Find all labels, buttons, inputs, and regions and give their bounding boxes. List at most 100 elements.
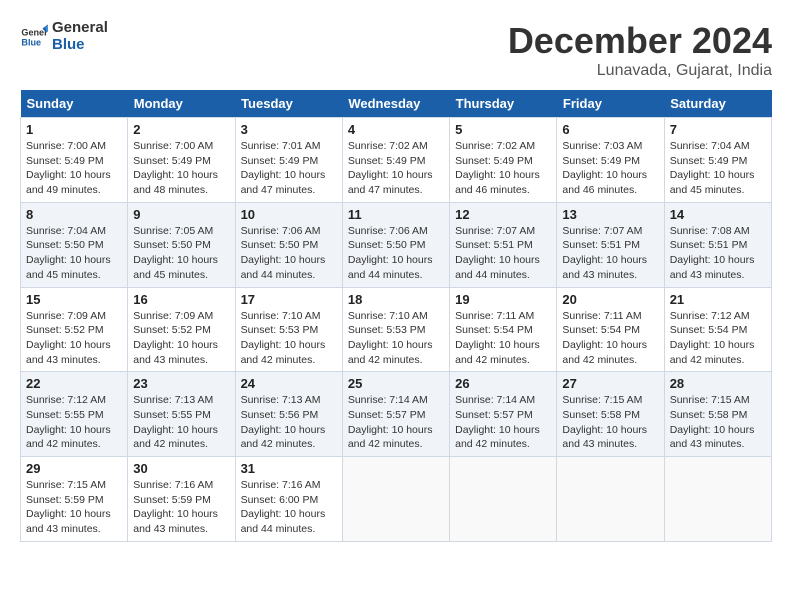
day-number: 23 <box>133 376 229 391</box>
cell-info: Sunrise: 7:05 AMSunset: 5:50 PMDaylight:… <box>133 224 229 283</box>
calendar-cell: 25 Sunrise: 7:14 AMSunset: 5:57 PMDaylig… <box>342 372 449 457</box>
cell-info: Sunrise: 7:15 AMSunset: 5:59 PMDaylight:… <box>26 478 122 537</box>
cell-info: Sunrise: 7:11 AMSunset: 5:54 PMDaylight:… <box>562 309 658 368</box>
day-number: 22 <box>26 376 122 391</box>
day-number: 28 <box>670 376 766 391</box>
cell-info: Sunrise: 7:13 AMSunset: 5:56 PMDaylight:… <box>241 393 337 452</box>
calendar-week-row: 8 Sunrise: 7:04 AMSunset: 5:50 PMDayligh… <box>21 202 772 287</box>
calendar-cell <box>342 457 449 542</box>
calendar-cell: 18 Sunrise: 7:10 AMSunset: 5:53 PMDaylig… <box>342 287 449 372</box>
cell-info: Sunrise: 7:01 AMSunset: 5:49 PMDaylight:… <box>241 139 337 198</box>
svg-text:Blue: Blue <box>21 37 41 47</box>
cell-info: Sunrise: 7:15 AMSunset: 5:58 PMDaylight:… <box>670 393 766 452</box>
cell-info: Sunrise: 7:00 AMSunset: 5:49 PMDaylight:… <box>26 139 122 198</box>
calendar-cell: 22 Sunrise: 7:12 AMSunset: 5:55 PMDaylig… <box>21 372 128 457</box>
cell-info: Sunrise: 7:03 AMSunset: 5:49 PMDaylight:… <box>562 139 658 198</box>
calendar-cell: 23 Sunrise: 7:13 AMSunset: 5:55 PMDaylig… <box>128 372 235 457</box>
cell-info: Sunrise: 7:09 AMSunset: 5:52 PMDaylight:… <box>26 309 122 368</box>
calendar-cell: 19 Sunrise: 7:11 AMSunset: 5:54 PMDaylig… <box>450 287 557 372</box>
day-number: 15 <box>26 292 122 307</box>
calendar-cell <box>664 457 771 542</box>
weekday-header: Monday <box>128 90 235 118</box>
cell-info: Sunrise: 7:07 AMSunset: 5:51 PMDaylight:… <box>455 224 551 283</box>
logo: General Blue General Blue <box>20 20 108 53</box>
calendar-cell: 8 Sunrise: 7:04 AMSunset: 5:50 PMDayligh… <box>21 202 128 287</box>
day-number: 12 <box>455 207 551 222</box>
day-number: 7 <box>670 122 766 137</box>
location: Lunavada, Gujarat, India <box>508 62 772 80</box>
cell-info: Sunrise: 7:16 AMSunset: 6:00 PMDaylight:… <box>241 478 337 537</box>
cell-info: Sunrise: 7:11 AMSunset: 5:54 PMDaylight:… <box>455 309 551 368</box>
weekday-header: Thursday <box>450 90 557 118</box>
cell-info: Sunrise: 7:04 AMSunset: 5:49 PMDaylight:… <box>670 139 766 198</box>
day-number: 16 <box>133 292 229 307</box>
logo-icon: General Blue <box>20 23 48 51</box>
day-number: 11 <box>348 207 444 222</box>
day-number: 18 <box>348 292 444 307</box>
calendar-cell: 27 Sunrise: 7:15 AMSunset: 5:58 PMDaylig… <box>557 372 664 457</box>
cell-info: Sunrise: 7:12 AMSunset: 5:54 PMDaylight:… <box>670 309 766 368</box>
calendar-cell: 16 Sunrise: 7:09 AMSunset: 5:52 PMDaylig… <box>128 287 235 372</box>
day-number: 25 <box>348 376 444 391</box>
calendar-cell: 15 Sunrise: 7:09 AMSunset: 5:52 PMDaylig… <box>21 287 128 372</box>
day-number: 8 <box>26 207 122 222</box>
cell-info: Sunrise: 7:16 AMSunset: 5:59 PMDaylight:… <box>133 478 229 537</box>
calendar-cell: 3 Sunrise: 7:01 AMSunset: 5:49 PMDayligh… <box>235 118 342 203</box>
calendar-cell: 17 Sunrise: 7:10 AMSunset: 5:53 PMDaylig… <box>235 287 342 372</box>
day-number: 24 <box>241 376 337 391</box>
calendar-cell: 9 Sunrise: 7:05 AMSunset: 5:50 PMDayligh… <box>128 202 235 287</box>
day-number: 21 <box>670 292 766 307</box>
calendar-cell: 14 Sunrise: 7:08 AMSunset: 5:51 PMDaylig… <box>664 202 771 287</box>
cell-info: Sunrise: 7:10 AMSunset: 5:53 PMDaylight:… <box>241 309 337 368</box>
logo-line2: Blue <box>52 37 108 54</box>
calendar-week-row: 29 Sunrise: 7:15 AMSunset: 5:59 PMDaylig… <box>21 457 772 542</box>
calendar-week-row: 15 Sunrise: 7:09 AMSunset: 5:52 PMDaylig… <box>21 287 772 372</box>
weekday-header: Tuesday <box>235 90 342 118</box>
weekday-header: Saturday <box>664 90 771 118</box>
cell-info: Sunrise: 7:00 AMSunset: 5:49 PMDaylight:… <box>133 139 229 198</box>
day-number: 27 <box>562 376 658 391</box>
calendar-cell <box>450 457 557 542</box>
calendar-cell: 10 Sunrise: 7:06 AMSunset: 5:50 PMDaylig… <box>235 202 342 287</box>
calendar-cell: 2 Sunrise: 7:00 AMSunset: 5:49 PMDayligh… <box>128 118 235 203</box>
calendar-cell: 11 Sunrise: 7:06 AMSunset: 5:50 PMDaylig… <box>342 202 449 287</box>
weekday-header: Friday <box>557 90 664 118</box>
page-header: General Blue General Blue December 2024 … <box>20 20 772 80</box>
month-title: December 2024 <box>508 20 772 62</box>
cell-info: Sunrise: 7:06 AMSunset: 5:50 PMDaylight:… <box>348 224 444 283</box>
weekday-header: Sunday <box>21 90 128 118</box>
calendar-cell: 31 Sunrise: 7:16 AMSunset: 6:00 PMDaylig… <box>235 457 342 542</box>
calendar-cell: 4 Sunrise: 7:02 AMSunset: 5:49 PMDayligh… <box>342 118 449 203</box>
calendar-cell: 6 Sunrise: 7:03 AMSunset: 5:49 PMDayligh… <box>557 118 664 203</box>
day-number: 20 <box>562 292 658 307</box>
day-number: 4 <box>348 122 444 137</box>
cell-info: Sunrise: 7:09 AMSunset: 5:52 PMDaylight:… <box>133 309 229 368</box>
day-number: 5 <box>455 122 551 137</box>
calendar-week-row: 1 Sunrise: 7:00 AMSunset: 5:49 PMDayligh… <box>21 118 772 203</box>
cell-info: Sunrise: 7:10 AMSunset: 5:53 PMDaylight:… <box>348 309 444 368</box>
day-number: 13 <box>562 207 658 222</box>
calendar-table: SundayMondayTuesdayWednesdayThursdayFrid… <box>20 90 772 542</box>
day-number: 30 <box>133 461 229 476</box>
calendar-cell: 29 Sunrise: 7:15 AMSunset: 5:59 PMDaylig… <box>21 457 128 542</box>
cell-info: Sunrise: 7:07 AMSunset: 5:51 PMDaylight:… <box>562 224 658 283</box>
cell-info: Sunrise: 7:08 AMSunset: 5:51 PMDaylight:… <box>670 224 766 283</box>
calendar-week-row: 22 Sunrise: 7:12 AMSunset: 5:55 PMDaylig… <box>21 372 772 457</box>
day-number: 10 <box>241 207 337 222</box>
calendar-cell: 26 Sunrise: 7:14 AMSunset: 5:57 PMDaylig… <box>450 372 557 457</box>
calendar-cell <box>557 457 664 542</box>
calendar-cell: 12 Sunrise: 7:07 AMSunset: 5:51 PMDaylig… <box>450 202 557 287</box>
calendar-cell: 21 Sunrise: 7:12 AMSunset: 5:54 PMDaylig… <box>664 287 771 372</box>
calendar-body: 1 Sunrise: 7:00 AMSunset: 5:49 PMDayligh… <box>21 118 772 542</box>
calendar-cell: 13 Sunrise: 7:07 AMSunset: 5:51 PMDaylig… <box>557 202 664 287</box>
day-number: 9 <box>133 207 229 222</box>
calendar-cell: 7 Sunrise: 7:04 AMSunset: 5:49 PMDayligh… <box>664 118 771 203</box>
calendar-cell: 1 Sunrise: 7:00 AMSunset: 5:49 PMDayligh… <box>21 118 128 203</box>
day-number: 19 <box>455 292 551 307</box>
cell-info: Sunrise: 7:14 AMSunset: 5:57 PMDaylight:… <box>348 393 444 452</box>
day-number: 14 <box>670 207 766 222</box>
day-number: 2 <box>133 122 229 137</box>
day-number: 1 <box>26 122 122 137</box>
calendar-header: SundayMondayTuesdayWednesdayThursdayFrid… <box>21 90 772 118</box>
cell-info: Sunrise: 7:02 AMSunset: 5:49 PMDaylight:… <box>455 139 551 198</box>
